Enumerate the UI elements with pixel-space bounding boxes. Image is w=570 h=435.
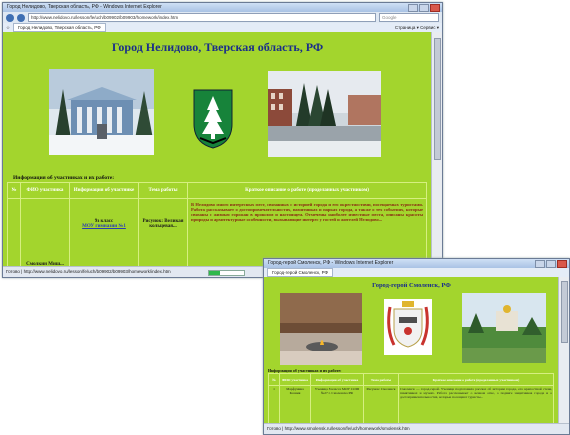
table-row: 1 Марфунина Ксения Ученица 8 класса МОУ … — [268, 385, 554, 424]
cathedral-photo — [462, 293, 546, 363]
building-photo — [49, 69, 154, 155]
header-theme: Тема работы — [138, 182, 188, 199]
cell-theme: Рисунок: Смоленск — [363, 385, 399, 424]
header-fio: ФИО участника — [20, 182, 70, 199]
address-bar: http://www.nelidovo.ru/lesson/fe/uch/b09… — [3, 12, 442, 23]
page-content: Город Нелидово, Тверская область, РФ Инф… — [3, 32, 432, 267]
window-title: Город Нелидово, Тверская область, РФ - W… — [7, 4, 162, 10]
cell-fio: Смолкин Миш... — [20, 198, 70, 267]
header-info: Информация об участнике — [310, 373, 364, 386]
info-heading: Информация об участниках и их работе: — [13, 175, 115, 181]
forward-icon[interactable] — [17, 13, 25, 22]
maximize-button[interactable] — [419, 4, 429, 12]
favorites-star-icon[interactable]: ☆ — [6, 25, 10, 31]
participants-table: № ФИО участника Информация об участнике … — [7, 182, 427, 267]
close-button[interactable] — [430, 4, 440, 12]
header-num: № — [268, 373, 280, 386]
browser-window-nelidovo: Город Нелидово, Тверская область, РФ - W… — [2, 2, 443, 278]
coat-of-arms-smolensk — [384, 299, 432, 355]
tab-active[interactable]: Город Нелидово, Тверская область, РФ — [13, 23, 106, 32]
cell-description: В Нелидово много интересных мест, связан… — [187, 198, 427, 267]
cell-info: Ученица 8 класса МОУ СОШ №27 г. Смоленск… — [310, 385, 364, 424]
header-description: Краткое описание о работе (проделанных у… — [187, 182, 427, 199]
header-info: Информация об участнике — [69, 182, 139, 199]
table-header-row: № ФИО участника Информация об участнике … — [7, 182, 427, 199]
page-content: Город-герой Смоленск, РФ Информация об у… — [264, 277, 559, 426]
page-title: Город Нелидово, Тверская область, РФ — [111, 40, 324, 54]
tab-active[interactable]: Город-герой Смоленск, РФ — [267, 268, 333, 277]
scrollbar-thumb[interactable] — [434, 38, 441, 160]
progress-bar — [208, 270, 245, 276]
vertical-scrollbar[interactable] — [431, 32, 442, 267]
back-icon[interactable] — [6, 13, 14, 22]
page-title: Город-герой Смоленск, РФ — [372, 282, 451, 289]
url-field[interactable]: http://www.nelidovo.ru/lesson/fe/uch/b09… — [28, 13, 376, 22]
cell-num — [7, 198, 21, 267]
tab-bar: ☆ Город Нелидово, Тверская область, РФ С… — [3, 23, 442, 32]
header-theme: Тема работы — [363, 373, 399, 386]
header-num: № — [7, 182, 21, 199]
status-text: Готово | http://www.nelidovo.ru/lesson/f… — [6, 269, 171, 274]
window-title: Город-герой Смоленск, РФ - Windows Inter… — [268, 260, 394, 266]
vertical-scrollbar[interactable] — [558, 277, 569, 426]
search-input[interactable]: Google — [379, 13, 439, 22]
maximize-button[interactable] — [546, 260, 556, 268]
scrollbar-thumb[interactable] — [561, 281, 568, 343]
minimize-button[interactable] — [535, 260, 545, 268]
coat-of-arms-nelidovo — [193, 89, 233, 149]
close-button[interactable] — [557, 260, 567, 268]
street-photo — [268, 71, 381, 157]
cell-info: 9з класс МОУ гимназии №1 — [69, 198, 139, 267]
table-row: Смолкин Миш... 9з класс МОУ гимназии №1 … — [7, 198, 427, 267]
cell-theme: Рисунок: Великая кольцевая... — [138, 198, 188, 267]
cell-description: Смоленск — город-герой. Ученица подготов… — [398, 385, 554, 424]
table-header-row: № ФИО участника Информация об участнике … — [268, 373, 554, 386]
cell-fio: Марфунина Ксения — [279, 385, 311, 424]
window-titlebar: Город-герой Смоленск, РФ - Windows Inter… — [264, 259, 569, 268]
tab-bar: Город-герой Смоленск, РФ — [264, 268, 569, 277]
toolbar-tools[interactable]: Страница ▾ Сервис ▾ — [395, 25, 439, 31]
participants-table: № ФИО участника Информация об участнике … — [268, 373, 554, 424]
minimize-button[interactable] — [408, 4, 418, 12]
header-description: Краткое описание о работе (проделанных у… — [398, 373, 554, 386]
status-bar: Готово | http://www.smolensk.ru/lesson/f… — [264, 423, 569, 434]
cell-num: 1 — [268, 385, 280, 424]
progress-fill — [209, 271, 220, 275]
school-link[interactable]: МОУ гимназии №1 — [82, 224, 126, 229]
eternal-flame-photo — [280, 293, 362, 365]
status-text: Готово | http://www.smolensk.ru/lesson/f… — [267, 426, 410, 431]
window-titlebar: Город Нелидово, Тверская область, РФ - W… — [3, 3, 442, 12]
browser-window-smolensk: Город-герой Смоленск, РФ - Windows Inter… — [263, 258, 570, 435]
header-fio: ФИО участника — [279, 373, 311, 386]
